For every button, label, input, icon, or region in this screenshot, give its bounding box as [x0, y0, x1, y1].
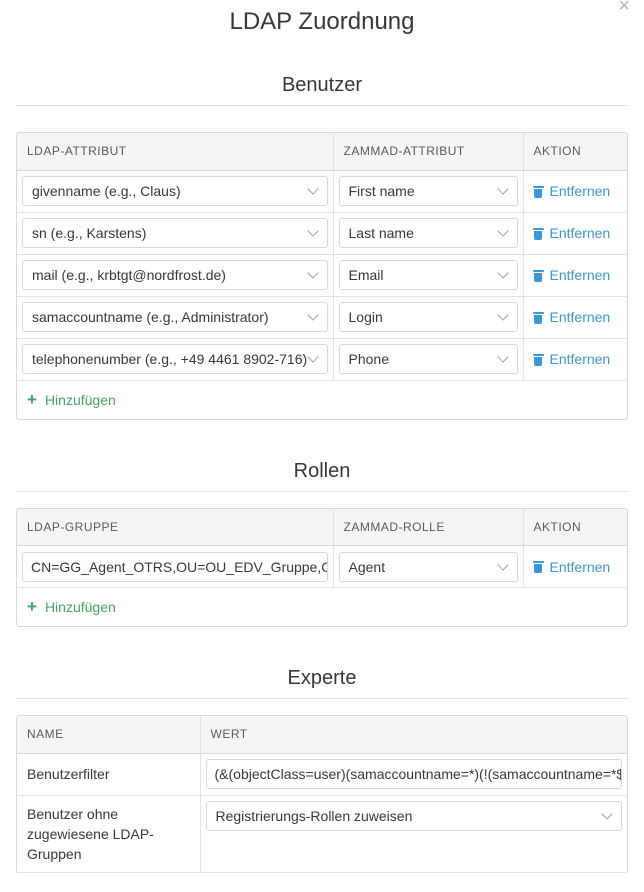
trash-icon [532, 560, 544, 573]
chevron-down-icon [496, 225, 509, 237]
users-section-title: Benutzer [16, 74, 628, 106]
ldap-attribute-select[interactable]: telephonenumber (e.g., +49 4461 8902-716… [22, 344, 328, 374]
table-row: telephonenumber (e.g., +49 4461 8902-716… [17, 338, 627, 381]
header-action: AKTION [522, 133, 627, 171]
chevron-down-icon [496, 351, 509, 363]
user-filter-input[interactable]: (&(objectClass=user)(samaccountname=*)(!… [205, 759, 622, 789]
chevron-down-icon [496, 267, 509, 279]
zammad-attribute-select[interactable]: Last name [338, 218, 518, 248]
header-action: AKTION [522, 508, 627, 546]
remove-button[interactable]: Entfernen [529, 267, 623, 283]
table-row: mail (e.g., krbtgt@nordfrost.de) Email E… [17, 254, 627, 297]
header-name: NAME [17, 716, 200, 754]
ldap-attribute-select[interactable]: mail (e.g., krbtgt@nordfrost.de) [22, 260, 328, 290]
chevron-down-icon [306, 351, 319, 363]
ldap-attribute-select[interactable]: sn (e.g., Karstens) [22, 218, 328, 248]
table-row: sn (e.g., Karstens) Last name Entfernen [17, 212, 627, 255]
header-zammad-attribute: ZAMMAD-ATTRIBUT [332, 133, 523, 171]
zammad-attribute-select[interactable]: Email [338, 260, 518, 290]
chevron-down-icon [496, 558, 509, 571]
chevron-down-icon [306, 183, 319, 195]
header-value: WERT [199, 716, 627, 754]
zammad-attribute-select[interactable]: First name [338, 176, 518, 206]
trash-icon [532, 311, 544, 324]
chevron-down-icon [306, 309, 319, 321]
users-mapping-table: LDAP-ATTRIBUT ZAMMAD-ATTRIBUT AKTION giv… [17, 133, 627, 381]
ldap-attribute-select[interactable]: givenname (e.g., Claus) [22, 176, 328, 206]
roles-section-title: Rollen [16, 460, 628, 492]
table-row: givenname (e.g., Claus) First name Entfe… [17, 170, 627, 213]
zammad-attribute-select[interactable]: Login [338, 302, 518, 332]
ldap-attribute-select[interactable]: samaccountname (e.g., Administrator) [22, 302, 328, 332]
chevron-down-icon [601, 807, 613, 820]
table-row: samaccountname (e.g., Administrator) Log… [17, 296, 627, 339]
header-ldap-attribute: LDAP-ATTRIBUT [17, 133, 333, 171]
ldap-group-input[interactable]: CN=GG_Agent_OTRS,OU=OU_EDV_Gruppe,OU=OU_… [22, 551, 328, 582]
table-row: Benutzerfilter (&(objectClass=user)(sama… [17, 753, 627, 796]
header-zammad-role: ZAMMAD-ROLLE [332, 508, 523, 546]
add-role-mapping-button[interactable]: + Hinzufügen [17, 588, 627, 626]
chevron-down-icon [306, 267, 319, 279]
users-mapping-box: LDAP-ATTRIBUT ZAMMAD-ATTRIBUT AKTION giv… [16, 132, 628, 420]
roles-mapping-table: LDAP-GRUPPE ZAMMAD-ROLLE AKTION CN=GG_Ag… [17, 508, 627, 588]
trash-icon [532, 353, 544, 366]
chevron-down-icon [496, 183, 509, 195]
zammad-role-select[interactable]: Agent [338, 551, 518, 582]
plus-icon: + [27, 389, 37, 409]
dialog-title: LDAP Zuordnung [229, 8, 415, 35]
trash-icon [532, 185, 544, 198]
expert-settings-box: NAME WERT Benutzerfilter (&(objectClass=… [16, 715, 628, 873]
remove-button[interactable]: Entfernen [529, 559, 623, 575]
remove-button[interactable]: Entfernen [529, 183, 623, 199]
zammad-attribute-select[interactable]: Phone [338, 344, 518, 374]
trash-icon [532, 227, 544, 240]
remove-button[interactable]: Entfernen [529, 351, 623, 367]
table-row: Benutzer ohne zugewiesene LDAP-Gruppen R… [17, 795, 627, 873]
table-row: CN=GG_Agent_OTRS,OU=OU_EDV_Gruppe,OU=OU_… [17, 545, 627, 588]
add-user-mapping-button[interactable]: + Hinzufügen [17, 381, 627, 419]
chevron-down-icon [306, 225, 319, 237]
unassigned-users-label: Benutzer ohne zugewiesene LDAP-Gruppen [17, 795, 200, 873]
trash-icon [532, 269, 544, 282]
expert-settings-table: NAME WERT Benutzerfilter (&(objectClass=… [17, 716, 627, 873]
remove-button[interactable]: Entfernen [529, 309, 623, 325]
user-filter-label: Benutzerfilter [17, 753, 200, 796]
unassigned-users-select[interactable]: Registrierungs-Rollen zuweisen [205, 800, 622, 831]
plus-icon: + [27, 597, 37, 616]
chevron-down-icon [496, 309, 509, 321]
expert-section-title: Experte [16, 667, 628, 699]
header-ldap-group: LDAP-GRUPPE [17, 508, 333, 546]
roles-mapping-box: LDAP-GRUPPE ZAMMAD-ROLLE AKTION CN=GG_Ag… [16, 507, 628, 627]
close-icon[interactable]: × [618, 0, 630, 16]
remove-button[interactable]: Entfernen [529, 225, 623, 241]
